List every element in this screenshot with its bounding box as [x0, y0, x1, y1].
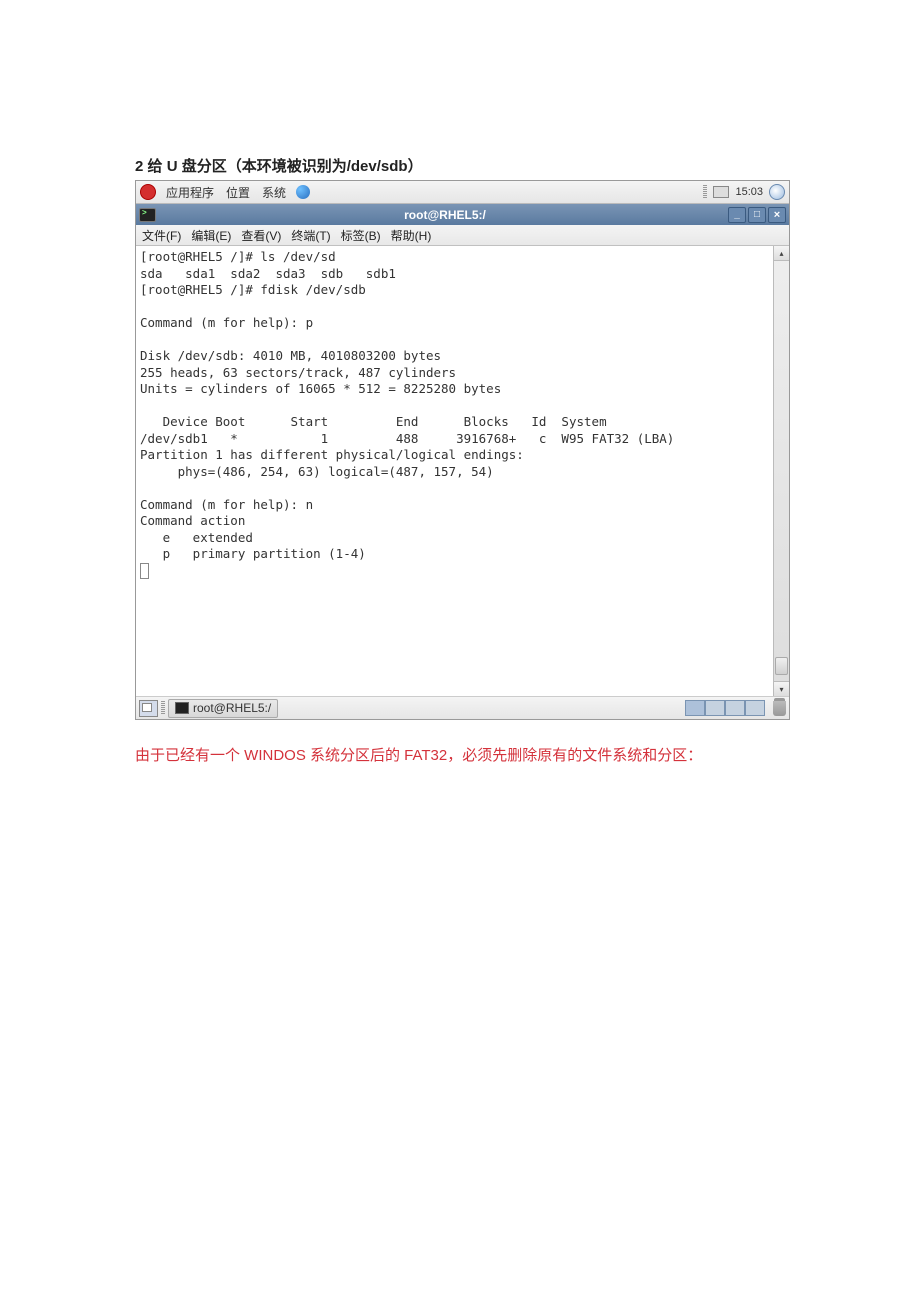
taskbar-item[interactable]: root@RHEL5:/	[168, 699, 278, 718]
scroll-down-button[interactable]: ▾	[774, 681, 789, 696]
terminal-text: [root@RHEL5 /]# ls /dev/sd sda sda1 sda2…	[140, 249, 674, 561]
scroll-grip-icon[interactable]	[775, 657, 788, 675]
menu-places[interactable]: 位置	[220, 184, 256, 201]
bottom-panel: root@RHEL5:/	[136, 696, 789, 719]
trash-icon[interactable]	[773, 701, 786, 716]
workspace-2[interactable]	[705, 700, 725, 716]
heading-text-b: 盘分区（本环境被识别为	[178, 158, 347, 175]
heading-text-a: 给	[143, 158, 166, 175]
maximize-button[interactable]: □	[748, 207, 766, 223]
redhat-icon	[140, 184, 156, 200]
keyboard-icon[interactable]	[713, 186, 729, 198]
heading-dev: /dev/sdb	[347, 158, 408, 175]
clock[interactable]: 15:03	[735, 186, 763, 198]
workspace-switcher[interactable]	[685, 700, 765, 716]
scroll-up-button[interactable]: ▴	[774, 246, 789, 261]
term-menu-tabs[interactable]: 标签(B)	[341, 227, 381, 244]
system-tray: 15:03	[703, 184, 785, 200]
terminal-scrollbar[interactable]: ▴ ▾	[773, 246, 789, 696]
term-menu-view[interactable]: 查看(V)	[241, 227, 281, 244]
terminal-output[interactable]: [root@RHEL5 /]# ls /dev/sd sda sda1 sda2…	[136, 246, 789, 696]
term-menu-edit[interactable]: 编辑(E)	[191, 227, 231, 244]
top-panel: 应用程序 位置 系统 15:03	[136, 181, 789, 204]
term-menu-help[interactable]: 帮助(H)	[391, 227, 432, 244]
heading-text-c: ）	[408, 158, 423, 175]
taskbar-item-label: root@RHEL5:/	[193, 701, 271, 715]
close-button[interactable]: ×	[768, 207, 786, 223]
caption-text: 由于已经有一个 WINDOS 系统分区后的 FAT32，必须先删除原有的文件系统…	[135, 744, 790, 765]
terminal-area: [root@RHEL5 /]# ls /dev/sd sda sda1 sda2…	[136, 246, 789, 696]
term-menu-file[interactable]: 文件(F)	[142, 227, 181, 244]
term-menu-terminal[interactable]: 终端(T)	[291, 227, 330, 244]
terminal-menubar: 文件(F) 编辑(E) 查看(V) 终端(T) 标签(B) 帮助(H)	[136, 225, 789, 246]
heading-u: U	[167, 158, 178, 175]
panel-handle-icon	[703, 185, 707, 199]
window-title: root@RHEL5:/	[164, 208, 726, 222]
show-desktop-button[interactable]	[139, 700, 158, 717]
workspace-1[interactable]	[685, 700, 705, 716]
browser-icon[interactable]	[296, 185, 310, 199]
menu-applications[interactable]: 应用程序	[160, 184, 220, 201]
volume-icon[interactable]	[769, 184, 785, 200]
workspace-4[interactable]	[745, 700, 765, 716]
section-heading: 2 给 U 盘分区（本环境被识别为/dev/sdb）	[135, 155, 790, 176]
scroll-track[interactable]	[774, 261, 789, 681]
terminal-icon	[139, 208, 156, 222]
menu-system[interactable]: 系统	[256, 184, 292, 201]
workspace-3[interactable]	[725, 700, 745, 716]
panel-handle-icon	[161, 701, 165, 715]
terminal-cursor	[140, 563, 149, 579]
terminal-icon	[175, 702, 189, 714]
minimize-button[interactable]: _	[728, 207, 746, 223]
screenshot: 应用程序 位置 系统 15:03 root@RHEL5:/ _ □ ×	[135, 180, 790, 720]
window-titlebar: root@RHEL5:/ _ □ ×	[136, 204, 789, 225]
